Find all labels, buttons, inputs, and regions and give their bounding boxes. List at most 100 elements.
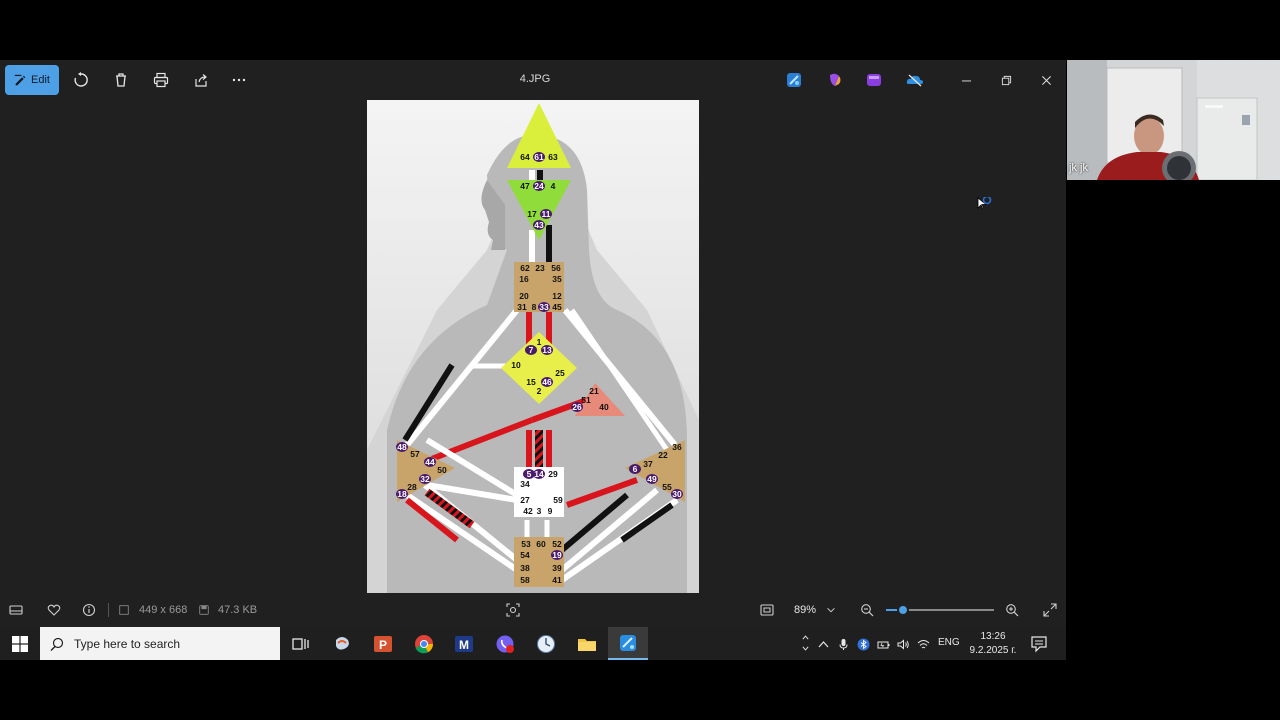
edit-button[interactable]: Edit: [5, 65, 59, 95]
photos-icon: [620, 634, 636, 651]
gate-34: 34: [520, 479, 530, 489]
visual-search-icon: [506, 603, 520, 617]
taskbar-app-copilot[interactable]: [322, 627, 362, 660]
taskbar-clock[interactable]: 13:26 9.2.2025 г.: [962, 630, 1024, 658]
filmstrip-icon: [9, 605, 23, 615]
gate-60: 60: [536, 539, 546, 549]
gate-41: 41: [552, 575, 562, 585]
gate-2: 2: [537, 386, 542, 396]
favorite-button[interactable]: [46, 602, 62, 618]
gate-37: 37: [643, 459, 653, 469]
full-screen-button[interactable]: [1042, 602, 1058, 618]
delete-button[interactable]: [106, 66, 136, 94]
file-size: 47.3 KB: [218, 604, 258, 616]
zoom-out-icon: [861, 604, 874, 617]
info-icon: [82, 603, 96, 617]
taskbar-app-viber[interactable]: [485, 627, 525, 660]
fit-to-window-button[interactable]: [759, 602, 775, 618]
gate-61: 61: [534, 152, 544, 162]
gate-18: 18: [397, 489, 407, 499]
rotate-button[interactable]: [66, 66, 96, 94]
zoom-level[interactable]: 89%: [794, 604, 816, 616]
photos-viewer-window: Edit 4.JPG 64 61 63 47 24 4 17 11 43 62 …: [0, 60, 1066, 627]
gate-26: 26: [572, 402, 582, 412]
gate-40: 40: [599, 402, 609, 412]
print-icon: [153, 72, 169, 88]
gate-7: 7: [529, 345, 534, 355]
heart-icon: [47, 604, 61, 616]
edit-icon: [14, 74, 26, 85]
gate-43: 43: [534, 220, 544, 230]
more-button[interactable]: [224, 66, 254, 94]
print-button[interactable]: [146, 66, 176, 94]
taskbar-app-m[interactable]: M: [444, 627, 484, 660]
gate-20: 20: [519, 291, 529, 301]
viber-icon: [496, 635, 514, 653]
copilot-icon[interactable]: [827, 72, 843, 88]
taskbar-app-photos[interactable]: [608, 627, 648, 660]
gate-50: 50: [437, 465, 447, 475]
speaker-icon: [897, 638, 909, 650]
restore-button[interactable]: [991, 68, 1021, 92]
gate-32: 32: [420, 474, 430, 484]
m-app-icon: M: [455, 635, 473, 652]
clipchamp-icon[interactable]: [786, 72, 802, 88]
gate-30: 30: [672, 489, 682, 499]
taskbar-app-powerpoint[interactable]: P: [363, 627, 403, 660]
zoom-slider[interactable]: [886, 604, 994, 616]
bluetooth-tray-button[interactable]: [855, 636, 871, 652]
gate-54: 54: [520, 550, 530, 560]
onedrive-icon[interactable]: [906, 72, 924, 88]
gate-36: 36: [672, 442, 682, 452]
filmstrip-button[interactable]: [8, 602, 24, 618]
info-button[interactable]: [81, 602, 97, 618]
gate-29: 29: [548, 469, 558, 479]
windows-icon: [12, 635, 28, 652]
notification-center-icon[interactable]: [1030, 635, 1048, 653]
share-button[interactable]: [186, 66, 216, 94]
taskbar: Type here to search P M ENG 13:26 9.2.20…: [0, 627, 1066, 660]
taskbar-search-box[interactable]: Type here to search: [40, 627, 280, 660]
battery-tray-button[interactable]: [875, 636, 891, 652]
gate-31: 31: [517, 302, 527, 312]
network-tray-button[interactable]: [915, 636, 931, 652]
microphone-icon: [839, 638, 847, 650]
volume-tray-button[interactable]: [895, 636, 911, 652]
gate-22: 22: [658, 450, 668, 460]
taskbar-app-file-explorer[interactable]: [567, 627, 607, 660]
visual-search-button[interactable]: [505, 602, 521, 618]
task-view-button[interactable]: [280, 627, 320, 660]
zoom-dropdown-button[interactable]: [825, 602, 837, 618]
gate-9: 9: [548, 506, 553, 516]
clipchamp-video-icon[interactable]: [866, 72, 882, 88]
svg-text:P: P: [379, 638, 387, 652]
start-button[interactable]: [0, 627, 40, 660]
gate-33: 33: [539, 302, 549, 312]
gate-42: 42: [523, 506, 533, 516]
microphone-tray-button[interactable]: [835, 636, 851, 652]
minimize-button[interactable]: [951, 68, 981, 92]
gate-4: 4: [551, 181, 556, 191]
gate-57: 57: [410, 449, 420, 459]
show-hidden-icons-button[interactable]: [815, 636, 831, 652]
chevron-up-icon: [818, 640, 828, 647]
battery-icon: [877, 641, 889, 648]
close-button[interactable]: [1031, 68, 1061, 92]
dimensions-icon: [118, 602, 130, 618]
gate-63: 63: [548, 152, 558, 162]
input-language[interactable]: ENG: [938, 637, 960, 648]
search-placeholder: Type here to search: [74, 636, 181, 651]
task-view-icon: [292, 637, 309, 650]
taskbar-app-chrome[interactable]: [404, 627, 444, 660]
zoom-slider-thumb[interactable]: [897, 604, 910, 616]
bodygraph-image[interactable]: 64 61 63 47 24 4 17 11 43 62 23 56 16 35 20 12 31 8 33 45 1 7…: [367, 100, 699, 593]
zoom-out-button[interactable]: [859, 602, 875, 618]
taskbar-app-clock[interactable]: [526, 627, 566, 660]
gate-58: 58: [520, 575, 530, 585]
webcam-video: [1067, 60, 1280, 180]
gate-23: 23: [535, 263, 545, 273]
file-title: 4.JPG: [519, 73, 551, 85]
taskbar-scroll-button[interactable]: [797, 629, 813, 657]
zoom-in-button[interactable]: [1004, 602, 1020, 618]
gate-11: 11: [542, 209, 551, 219]
